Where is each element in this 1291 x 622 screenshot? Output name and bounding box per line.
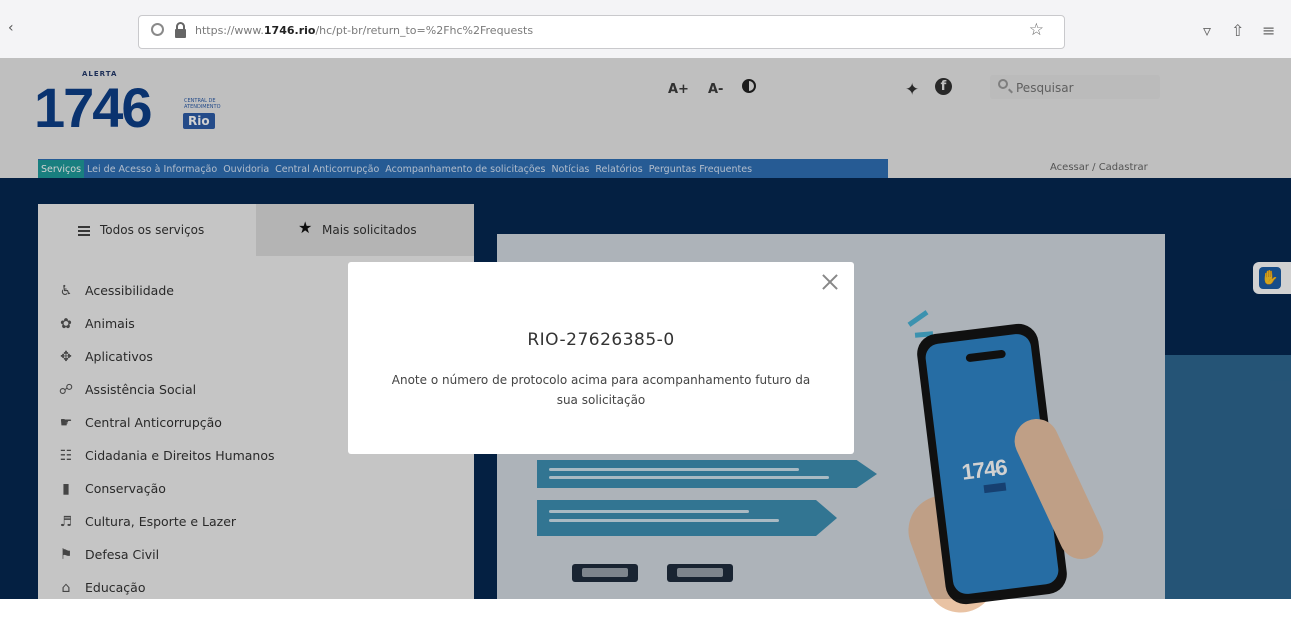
protocol-message: Anote o número de protocolo acima para a… — [391, 373, 811, 407]
close-icon[interactable] — [820, 272, 840, 292]
lock-icon[interactable] — [175, 22, 186, 38]
share-icon[interactable]: ⇧ — [1231, 21, 1244, 40]
protocol-number: RIO-27626385-0 — [527, 330, 675, 350]
bookmark-star-icon[interactable]: ☆ — [1029, 20, 1044, 40]
url-text[interactable]: https://www.1746.rio/hc/pt-br/return_to=… — [195, 24, 533, 37]
pocket-icon[interactable]: ▿ — [1203, 21, 1211, 40]
address-bar[interactable]: https://www.1746.rio/hc/pt-br/return_to=… — [138, 15, 1065, 49]
tracking-shield-icon[interactable] — [151, 23, 164, 36]
protocol-modal: RIO-27626385-0 Anote o número de protoco… — [348, 262, 854, 454]
menu-icon[interactable]: ≡ — [1262, 21, 1275, 40]
back-icon[interactable]: ‹ — [8, 20, 14, 36]
browser-toolbar: ‹ https://www.1746.rio/hc/pt-br/return_t… — [0, 0, 1291, 59]
